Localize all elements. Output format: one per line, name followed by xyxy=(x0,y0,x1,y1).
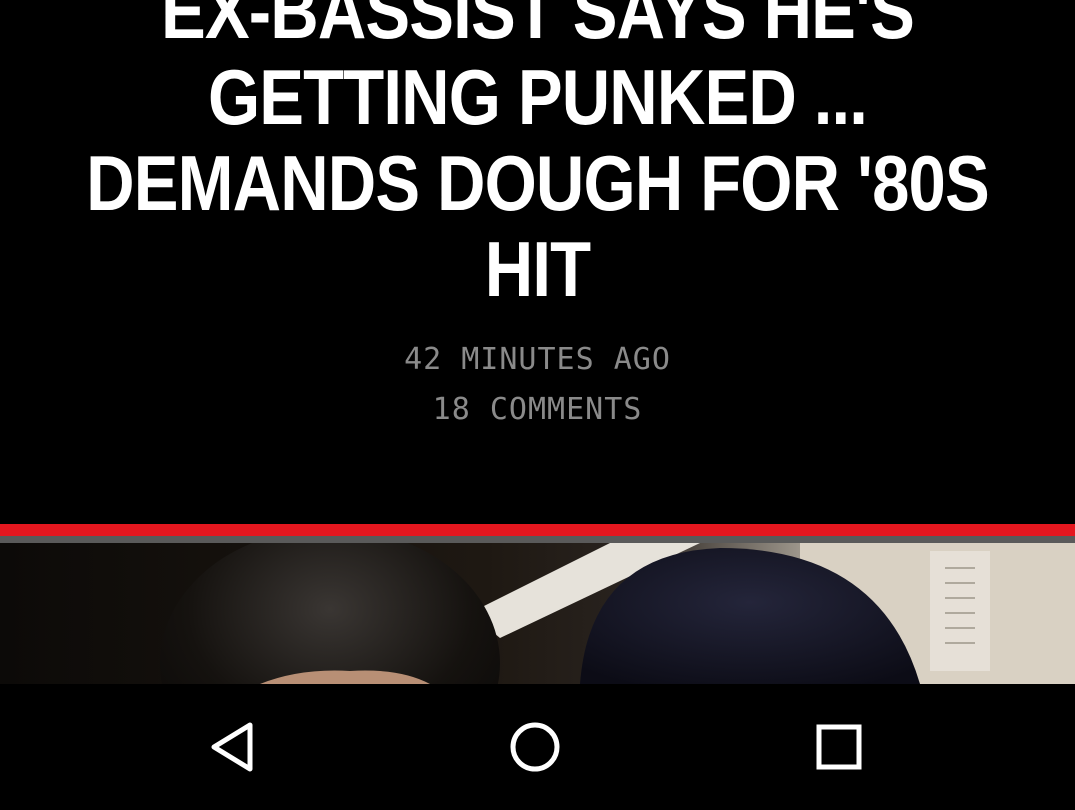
system-navigation-bar xyxy=(0,684,1075,810)
recents-button[interactable] xyxy=(804,712,874,782)
divider-shadow xyxy=(0,536,1075,543)
back-button[interactable] xyxy=(198,712,268,782)
back-triangle-icon xyxy=(211,722,253,772)
article-timestamp: 42 MINUTES AGO xyxy=(404,342,671,377)
home-circle-icon xyxy=(510,722,560,772)
recents-square-icon xyxy=(816,724,862,770)
article-photo-image xyxy=(0,543,1075,684)
accent-divider xyxy=(0,524,1075,536)
article-screen: EX-BASSIST SAYS HE'S GETTING PUNKED ... … xyxy=(0,0,1075,810)
comments-link[interactable]: 18 COMMENTS xyxy=(0,392,1075,427)
home-button[interactable] xyxy=(500,712,570,782)
article-photo[interactable] xyxy=(0,543,1075,684)
article-headline: EX-BASSIST SAYS HE'S GETTING PUNKED ... … xyxy=(86,0,990,313)
